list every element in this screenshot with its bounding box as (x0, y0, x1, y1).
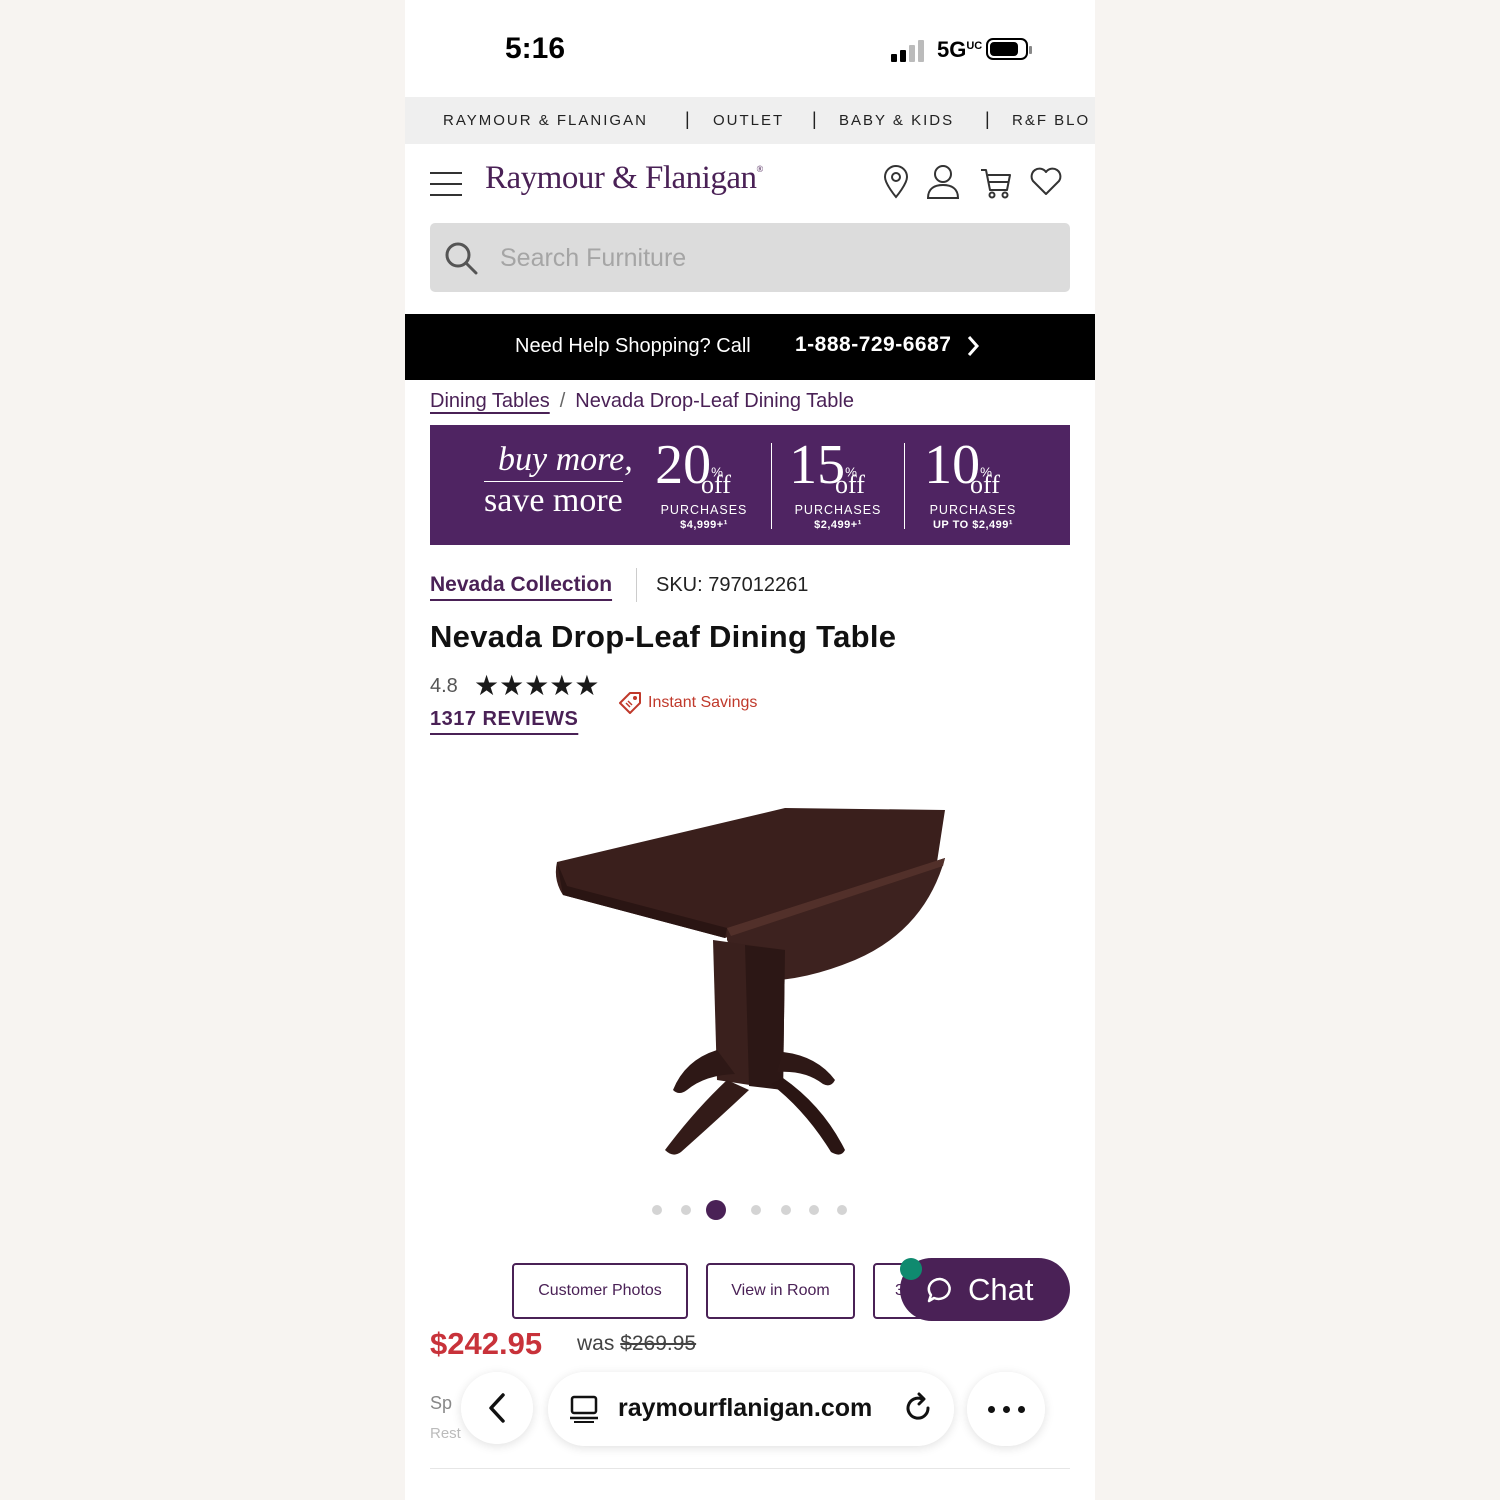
instant-savings-label: Instant Savings (648, 694, 758, 711)
network-label: 5GUC (937, 37, 983, 62)
account-icon[interactable] (926, 164, 960, 200)
search-input[interactable] (498, 235, 1052, 281)
wishlist-heart-icon[interactable] (1029, 164, 1063, 200)
breadcrumb: Dining Tables / Nevada Drop-Leaf Dining Ta… (430, 390, 854, 413)
carousel-dot[interactable] (652, 1205, 662, 1215)
image-carousel-dots (405, 1200, 1095, 1220)
browser-address-bar[interactable]: raymourflanigan.com (548, 1372, 954, 1446)
promo-banner[interactable]: buy more, save more 20%off PURCHASES $4,… (430, 425, 1070, 545)
rating-value: 4.8 (430, 675, 458, 697)
sale-price: $242.95 (430, 1326, 543, 1361)
search-bar (430, 223, 1070, 292)
carousel-dot[interactable] (837, 1205, 847, 1215)
help-phone-number[interactable]: 1-888-729-6687 (795, 333, 951, 357)
star-rating[interactable]: ★★★★★ (474, 669, 600, 702)
chat-label: Chat (968, 1272, 1034, 1307)
nav-separator: | (685, 109, 690, 129)
site-logo[interactable]: Raymour & Flanigan® (485, 160, 763, 197)
promo-tagline-1: buy more, (498, 441, 633, 478)
product-title: Nevada Drop-Leaf Dining Table (430, 619, 897, 654)
carousel-dot[interactable] (809, 1205, 819, 1215)
hamburger-menu-icon[interactable] (430, 172, 462, 196)
view-in-room-button[interactable]: View in Room (706, 1263, 855, 1319)
promo-tier-15: 15%off PURCHASES $2,499+¹ (789, 434, 882, 531)
location-pin-icon[interactable] (879, 164, 913, 200)
carousel-dot[interactable] (751, 1205, 761, 1215)
battery-icon (986, 38, 1032, 60)
phone-screen: 5:16 5GUC RAYMOUR & FLANIGAN | OUTLET | … (405, 0, 1095, 1500)
obscured-text-2: Rest (430, 1425, 461, 1442)
promo-tagline-2: save more (484, 481, 623, 519)
status-time: 5:16 (505, 32, 566, 65)
reviews-link[interactable]: 1317 REVIEWS (430, 708, 578, 731)
chat-button[interactable]: Chat (900, 1258, 1070, 1321)
chat-online-indicator (900, 1258, 922, 1280)
help-shopping-bar[interactable]: Need Help Shopping? Call 1-888-729-6687 (405, 314, 1095, 380)
cart-icon[interactable] (979, 164, 1013, 200)
nav-separator: | (985, 109, 990, 129)
site-nav: RAYMOUR & FLANIGAN | OUTLET | BABY & KID… (405, 97, 1095, 144)
chat-bubble-icon (927, 1277, 951, 1303)
customer-photos-button[interactable]: Customer Photos (512, 1263, 688, 1319)
site-nav-baby-kids[interactable]: BABY & KIDS (839, 112, 954, 129)
promo-tier-20: 20%off PURCHASES $4,999+¹ (655, 434, 748, 531)
carousel-dot[interactable] (781, 1205, 791, 1215)
site-header: Raymour & Flanigan® (405, 144, 1095, 224)
carousel-dot[interactable] (681, 1205, 691, 1215)
help-text: Need Help Shopping? Call (515, 335, 751, 357)
price-tag-icon (619, 692, 641, 714)
was-price: was $269.95 (577, 1332, 697, 1355)
signal-icon (891, 40, 927, 62)
reader-view-icon[interactable] (568, 1394, 600, 1424)
search-icon (445, 242, 478, 275)
site-nav-raymour[interactable]: RAYMOUR & FLANIGAN (443, 112, 648, 129)
sku-label: SKU: 797012261 (656, 574, 809, 596)
breadcrumb-separator: / (559, 390, 566, 412)
breadcrumb-dining-tables[interactable]: Dining Tables (430, 390, 550, 412)
product-image[interactable] (545, 790, 965, 1170)
site-nav-outlet[interactable]: OUTLET (713, 112, 784, 129)
collection-link[interactable]: Nevada Collection (430, 573, 612, 597)
status-bar: 5:16 5GUC (405, 0, 1095, 97)
obscured-text-1: Sp (430, 1393, 453, 1413)
info-divider (636, 568, 637, 602)
site-nav-blog[interactable]: R&F BLO (1012, 112, 1090, 129)
carousel-dot-active[interactable] (706, 1200, 726, 1220)
nav-separator: | (812, 109, 817, 129)
promo-divider (771, 443, 772, 529)
more-options-icon[interactable] (967, 1372, 1045, 1446)
promo-divider (904, 443, 905, 529)
chevron-left-icon (489, 1393, 505, 1423)
browser-url: raymourflanigan.com (618, 1394, 873, 1422)
browser-back-button[interactable] (461, 1372, 533, 1444)
promo-tier-10: 10%off PURCHASES UP TO $2,499¹ (924, 434, 1017, 531)
chevron-right-icon (967, 336, 980, 356)
breadcrumb-current: Nevada Drop-Leaf Dining Table (575, 390, 854, 412)
section-divider (430, 1468, 1070, 1469)
reload-icon[interactable] (902, 1392, 934, 1424)
